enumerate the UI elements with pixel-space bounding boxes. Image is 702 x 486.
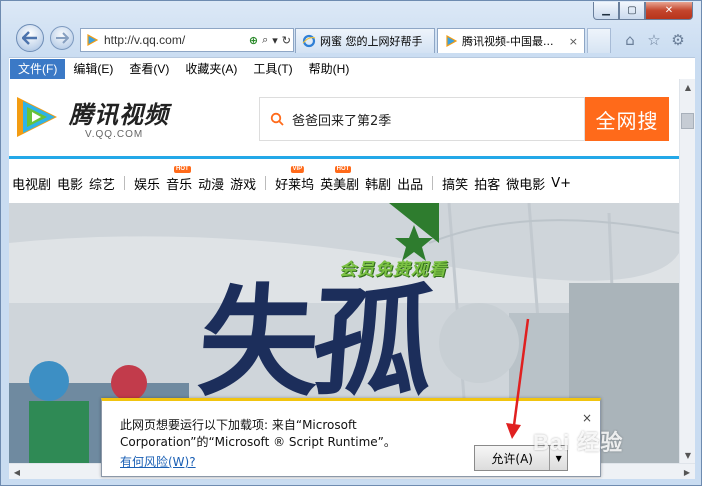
watermark: Bai 经验 — [533, 430, 624, 455]
search-value: 爸爸回来了第2季 — [292, 113, 392, 129]
addon-notification-bar: 此网页想要运行以下加载项: 来自“Microsoft Corporation”的… — [101, 398, 601, 477]
nav-item-label: 综艺 — [89, 177, 116, 193]
browser-window: ▁ ▢ ✕ http://v.qq.com/ ⊕ ⌕ ▾ ↻ 网蜜 您的上网好帮… — [0, 0, 702, 486]
nav-item-label: 电影 — [57, 177, 84, 193]
nav-item[interactable]: 音乐 HOT — [163, 165, 195, 193]
nav-item[interactable]: 娱乐 — [131, 174, 163, 193]
minimize-icon: ▁ — [602, 5, 610, 16]
tencent-video-logo-icon — [17, 97, 57, 137]
security-icon[interactable]: ⊕ — [249, 34, 258, 47]
search-icon — [270, 112, 284, 126]
close-button[interactable]: ✕ — [645, 2, 693, 20]
nav-item[interactable]: 英美剧 HOT — [317, 165, 362, 193]
nav-item-label: 好莱坞 — [275, 177, 315, 193]
star-icon[interactable]: ☆ — [645, 31, 663, 49]
banner-title: 失孤 — [194, 272, 432, 413]
nav-item[interactable]: 微电影 — [503, 174, 548, 193]
nav-item[interactable]: 电视剧 — [9, 174, 54, 193]
new-tab-button[interactable] — [587, 28, 611, 53]
arrow-left-icon — [22, 31, 37, 45]
scroll-thumb[interactable] — [681, 113, 694, 129]
page-favicon-icon — [87, 33, 99, 47]
nav-badge: HOT — [334, 165, 352, 173]
nav-item[interactable]: V+ — [548, 176, 574, 191]
nav-item-label: 拍客 — [474, 177, 501, 193]
nav-item-label: 游戏 — [230, 177, 257, 193]
maximize-icon: ▢ — [627, 5, 637, 16]
address-bar[interactable]: http://v.qq.com/ ⊕ ⌕ ▾ ↻ — [80, 28, 294, 52]
logo-name: 腾讯视频 — [69, 101, 169, 129]
address-url: http://v.qq.com/ — [104, 33, 186, 47]
nav-item-label: 音乐 — [166, 177, 193, 193]
address-dropdown-icon[interactable]: ▾ — [272, 34, 278, 47]
nav-item-label: 娱乐 — [134, 177, 161, 193]
vertical-scrollbar[interactable]: ▲ ▼ — [679, 79, 695, 463]
nav-item[interactable]: 好莱坞 VIP — [272, 165, 317, 193]
nav-item[interactable]: 游戏 — [227, 174, 259, 193]
nav-badge: HOT — [174, 165, 191, 173]
nav-item-label: 韩剧 — [365, 177, 392, 193]
tencent-video-favicon-icon — [446, 34, 458, 48]
nav-item[interactable]: 综艺 — [86, 174, 118, 193]
nav-item[interactable]: 拍客 — [471, 174, 503, 193]
menu-view[interactable]: 查看(V) — [121, 59, 177, 79]
search-icon[interactable]: ⌕ — [262, 33, 268, 47]
nav-badge: VIP — [290, 165, 305, 173]
nav-item-label: 电视剧 — [12, 177, 52, 193]
nav-separator — [124, 176, 126, 190]
menu-favorites[interactable]: 收藏夹(A) — [177, 59, 245, 79]
scroll-left-icon[interactable]: ◀ — [9, 464, 25, 480]
nav-item[interactable]: 动漫 — [195, 174, 227, 193]
nav-item-label: 搞笑 — [442, 177, 469, 193]
menu-help[interactable]: 帮助(H) — [301, 59, 358, 79]
scroll-up-icon[interactable]: ▲ — [680, 79, 696, 95]
tab-label: 腾讯视频-中国最... — [462, 35, 554, 48]
header-divider — [9, 156, 679, 159]
notification-close-icon[interactable]: × — [582, 411, 592, 425]
nav-item[interactable]: 电影 — [54, 174, 86, 193]
forward-button[interactable] — [50, 26, 74, 50]
minimize-button[interactable]: ▁ — [593, 2, 619, 20]
nav-separator — [265, 176, 267, 190]
menu-file[interactable]: 文件(F) — [10, 58, 66, 79]
menu-tools[interactable]: 工具(T) — [245, 59, 300, 79]
scroll-right-icon[interactable]: ▶ — [679, 464, 695, 480]
nav-item[interactable]: 搞笑 — [439, 174, 471, 193]
tab-close-icon[interactable]: × — [565, 35, 578, 48]
channel-nav: 电视剧 电影 综艺 娱乐 音乐 HOT 动漫 游戏 好莱坞 VIP 英美剧 HOT 韩剧 出品 搞笑 拍客 微电… — [9, 165, 679, 193]
what-is-risk-link[interactable]: 有何风险(W)? — [120, 453, 196, 470]
nav-item-label: V+ — [551, 175, 572, 191]
search-all-button[interactable]: 全网搜 — [585, 97, 669, 141]
tab-tencent-video[interactable]: 腾讯视频-中国最... × — [437, 28, 585, 53]
close-icon: ✕ — [664, 5, 674, 16]
nav-separator — [432, 176, 434, 190]
menu-bar: 文件(F) 编辑(E) 查看(V) 收藏夹(A) 工具(T) 帮助(H) — [9, 57, 695, 79]
arrow-right-icon — [56, 32, 69, 44]
back-button[interactable] — [16, 24, 44, 52]
nav-item[interactable]: 出品 — [394, 174, 426, 193]
nav-item-label: 微电影 — [506, 177, 546, 193]
search-input[interactable]: 爸爸回来了第2季 — [259, 97, 585, 141]
nav-item-label: 出品 — [397, 177, 424, 193]
window-controls: ▁ ▢ ✕ — [593, 2, 697, 20]
menu-edit[interactable]: 编辑(E) — [65, 59, 121, 79]
tab-label: 网蜜 您的上网好帮手 — [320, 35, 423, 48]
gear-icon[interactable]: ⚙ — [669, 31, 687, 49]
scroll-down-icon[interactable]: ▼ — [680, 447, 696, 463]
nav-item[interactable]: 韩剧 — [362, 174, 394, 193]
logo-subtitle: V.QQ.COM — [85, 129, 144, 140]
notification-message: 此网页想要运行以下加载项: 来自“Microsoft Corporation”的… — [120, 418, 396, 449]
refresh-icon[interactable]: ↻ — [282, 34, 291, 47]
nav-item-label: 英美剧 — [320, 177, 360, 193]
maximize-button[interactable]: ▢ — [619, 2, 645, 20]
nav-item-label: 动漫 — [198, 177, 225, 193]
tab-wangmi[interactable]: 网蜜 您的上网好帮手 — [295, 28, 435, 53]
home-icon[interactable]: ⌂ — [621, 31, 639, 49]
ie-logo-icon — [302, 34, 316, 48]
site-logo[interactable]: 腾讯视频 V.QQ.COM — [11, 91, 181, 147]
